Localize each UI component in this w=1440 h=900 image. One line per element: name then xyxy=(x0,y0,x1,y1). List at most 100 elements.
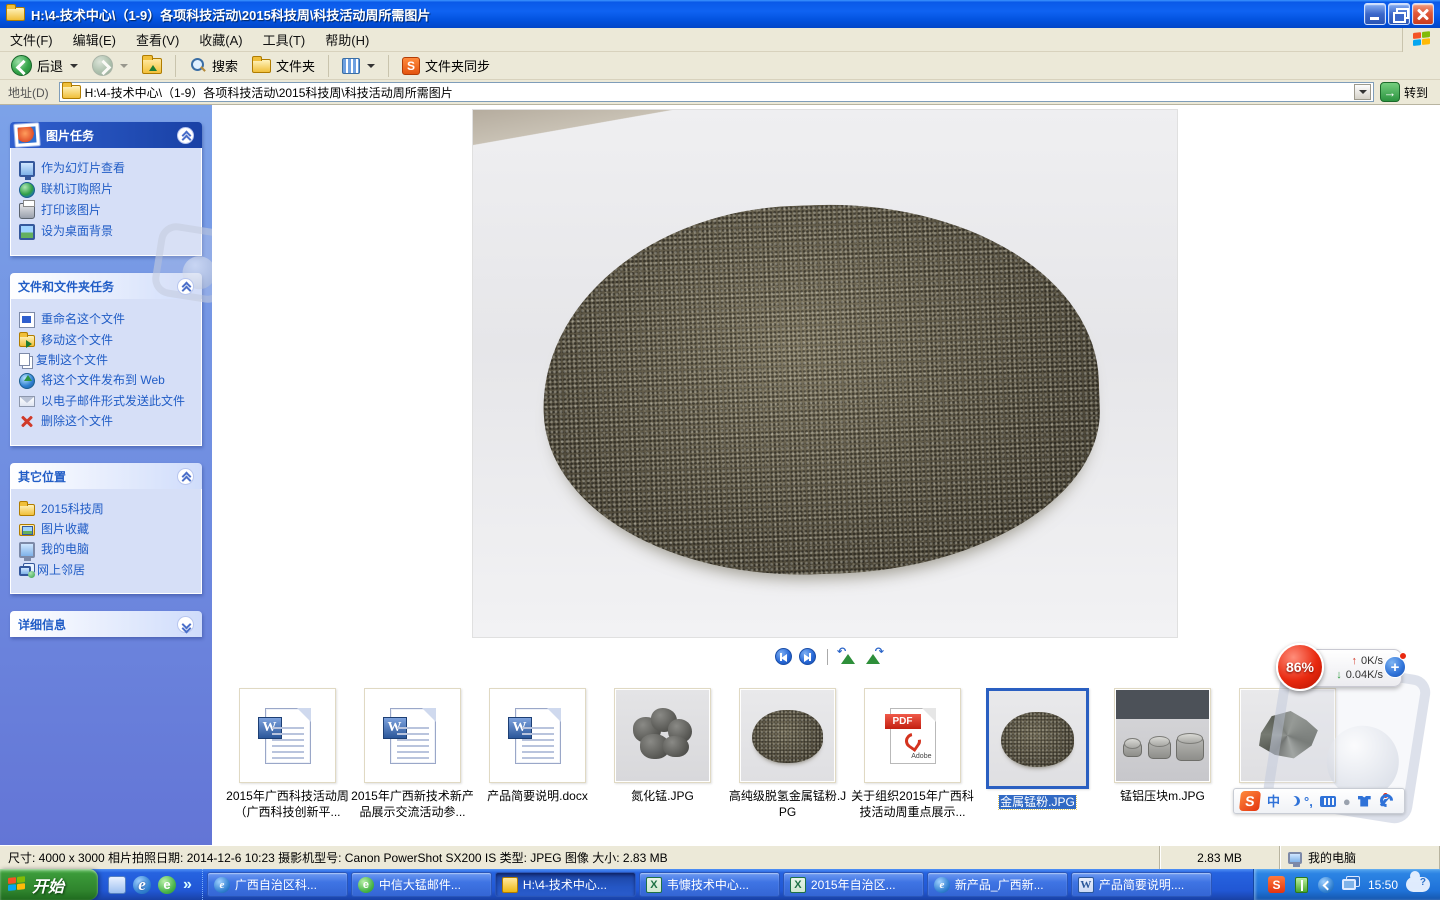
copy-file-icon xyxy=(19,353,30,366)
desktop-background-icon xyxy=(19,224,35,240)
file-name[interactable]: 氮化锰.JPG xyxy=(601,789,724,805)
previous-image-button[interactable] xyxy=(775,648,792,665)
file-thumbnail[interactable]: PDF Adobe 关于组织2015年广西科技活动周重点展示... xyxy=(850,688,975,820)
task-rename-file[interactable]: 重命名这个文件 xyxy=(19,312,195,328)
start-button[interactable]: 开始 xyxy=(0,869,98,900)
restore-button[interactable] xyxy=(1388,3,1410,25)
browser-icon[interactable]: e xyxy=(158,876,176,894)
menu-tools[interactable]: 工具(T) xyxy=(253,27,316,52)
file-thumbnail[interactable]: 高纯级脱氢金属锰粉.JPG xyxy=(725,688,850,820)
taskbar-button-active[interactable]: H:\4-技术中心... xyxy=(495,872,636,897)
collapse-chevron-icon[interactable] xyxy=(177,468,194,485)
file-name[interactable]: 锰铝压块m.JPG xyxy=(1101,789,1224,805)
menu-favorites[interactable]: 收藏(A) xyxy=(189,27,252,52)
word-document-icon: W xyxy=(515,708,561,764)
back-button[interactable]: 后退 xyxy=(6,53,83,78)
system-monitor-widget[interactable]: ↑0K/s ↓0.04K/s 86% + xyxy=(1276,646,1404,692)
file-thumbnail[interactable]: 氮化锰.JPG xyxy=(600,688,725,820)
search-label: 搜索 xyxy=(212,56,238,75)
rotate-clockwise-button[interactable]: ↷ xyxy=(864,649,882,665)
task-move-file[interactable]: 移动这个文件 xyxy=(19,333,195,348)
file-thumbnail[interactable]: W 产品简要说明.docx xyxy=(475,688,600,820)
forward-button[interactable] xyxy=(87,53,133,78)
cloud-input-icon[interactable] xyxy=(1406,877,1430,892)
address-dropdown[interactable] xyxy=(1354,84,1371,100)
usb-device-icon[interactable] xyxy=(1295,877,1308,893)
go-button[interactable]: → 转到 xyxy=(1380,82,1436,102)
slideshow-icon xyxy=(19,161,35,177)
back-dropdown-icon[interactable] xyxy=(70,64,78,68)
file-name[interactable]: 关于组织2015年广西科技活动周重点展示... xyxy=(851,789,974,820)
place-my-pictures[interactable]: 图片收藏 xyxy=(19,522,195,537)
file-thumbnail[interactable]: 锰铝压块m.JPG xyxy=(1100,688,1225,820)
expand-chevron-icon[interactable] xyxy=(177,616,194,633)
file-thumbnail[interactable]: W 2015年广西新技术新产品展示交流活动参... xyxy=(350,688,475,820)
views-button[interactable] xyxy=(337,56,380,76)
place-my-network[interactable]: 网上邻居 xyxy=(19,563,195,578)
quick-launch-overflow[interactable]: » xyxy=(183,876,192,894)
details-header[interactable]: 详细信息 xyxy=(10,611,202,637)
show-desktop-icon[interactable] xyxy=(108,876,126,894)
file-name[interactable]: 高纯级脱氢金属锰粉.JPG xyxy=(726,789,849,820)
taskbar-clock[interactable]: 15:50 xyxy=(1368,878,1398,892)
task-view-slideshow[interactable]: 作为幻灯片查看 xyxy=(19,161,195,177)
file-name[interactable]: 2015年广西新技术新产品展示交流活动参... xyxy=(351,789,474,820)
address-bar: 地址(D) H:\4-技术中心\（1-9）各项科技活动\2015科技周\科技活动… xyxy=(0,80,1440,105)
file-thumbnail[interactable]: W 2015年广西科技活动周（广西科技创新平... xyxy=(225,688,350,820)
notification-dot xyxy=(1382,792,1389,799)
picture-tasks-header[interactable]: 图片任务 xyxy=(10,122,202,148)
excel-icon: X xyxy=(646,877,662,893)
task-publish-web[interactable]: 将这个文件发布到 Web xyxy=(19,373,195,389)
taskbar-button[interactable]: e广西自治区科... xyxy=(207,872,348,897)
search-button[interactable]: 搜索 xyxy=(184,54,243,77)
collapse-chevron-icon[interactable] xyxy=(177,278,194,295)
address-value[interactable]: H:\4-技术中心\（1-9）各项科技活动\2015科技周\科技活动周所需图片 xyxy=(85,84,1350,101)
up-button[interactable] xyxy=(137,56,167,76)
menu-help[interactable]: 帮助(H) xyxy=(315,27,379,52)
file-thumbnail-selected[interactable]: 金属锰粉.JPG xyxy=(975,688,1100,820)
skin-icon[interactable] xyxy=(1358,796,1371,807)
task-order-prints[interactable]: 联机订购照片 xyxy=(19,182,195,198)
settings-wrench-icon[interactable] xyxy=(1378,795,1391,808)
sogou-tray-icon[interactable]: S xyxy=(1268,876,1285,893)
taskbar-button[interactable]: X韦慷技术中心... xyxy=(639,872,780,897)
preview-image[interactable] xyxy=(473,110,1177,637)
taskbar-button[interactable]: W产品简要说明.... xyxy=(1071,872,1212,897)
fullwidth-toggle-icon[interactable] xyxy=(1287,796,1297,806)
ime-mode-toggle[interactable]: 中 xyxy=(1267,795,1280,808)
forward-icon xyxy=(92,55,113,76)
other-places-header[interactable]: 其它位置 xyxy=(10,463,202,489)
folders-button[interactable]: 文件夹 xyxy=(247,54,320,77)
menu-edit[interactable]: 编辑(E) xyxy=(63,27,126,52)
address-input[interactable]: H:\4-技术中心\（1-9）各项科技活动\2015科技周\科技活动周所需图片 xyxy=(59,82,1374,102)
sogou-ime-bar[interactable]: S 中 °, ● xyxy=(1233,788,1405,814)
address-label: 地址(D) xyxy=(4,84,53,101)
file-name[interactable]: 产品简要说明.docx xyxy=(476,789,599,805)
taskbar-button[interactable]: e新产品_广西新... xyxy=(927,872,1068,897)
tray-collapse-chevron[interactable] xyxy=(1318,877,1334,893)
file-name[interactable]: 2015年广西科技活动周（广西科技创新平... xyxy=(226,789,349,820)
place-my-computer[interactable]: 我的电脑 xyxy=(19,542,195,558)
close-button[interactable] xyxy=(1412,3,1434,25)
task-print-picture[interactable]: 打印该图片 xyxy=(19,203,195,219)
memory-usage-ball[interactable]: 86% xyxy=(1276,643,1324,691)
rotate-counterclockwise-button[interactable]: ↶ xyxy=(839,649,857,665)
task-email-file[interactable]: 以电子邮件形式发送此文件 xyxy=(19,394,195,409)
sogou-logo-icon[interactable]: S xyxy=(1239,791,1261,811)
folder-sync-button[interactable]: S 文件夹同步 xyxy=(397,54,495,77)
taskbar-button[interactable]: X2015年自治区... xyxy=(783,872,924,897)
next-image-button[interactable] xyxy=(799,648,816,665)
minimize-button[interactable] xyxy=(1364,3,1386,25)
soft-keyboard-icon[interactable] xyxy=(1320,796,1336,807)
account-icon[interactable]: ● xyxy=(1343,795,1351,808)
network-status-icon[interactable] xyxy=(1342,879,1356,890)
task-delete-file[interactable]: 删除这个文件 xyxy=(19,414,195,430)
place-2015-tech-week[interactable]: 2015科技周 xyxy=(19,502,195,517)
menu-file[interactable]: 文件(F) xyxy=(0,27,63,52)
internet-explorer-icon[interactable]: e xyxy=(133,876,151,894)
taskbar-button[interactable]: e中信大锰邮件... xyxy=(351,872,492,897)
collapse-chevron-icon[interactable] xyxy=(177,127,194,144)
punctuation-toggle[interactable]: °, xyxy=(1304,795,1313,808)
menu-view[interactable]: 查看(V) xyxy=(126,27,189,52)
task-copy-file[interactable]: 复制这个文件 xyxy=(19,353,195,368)
